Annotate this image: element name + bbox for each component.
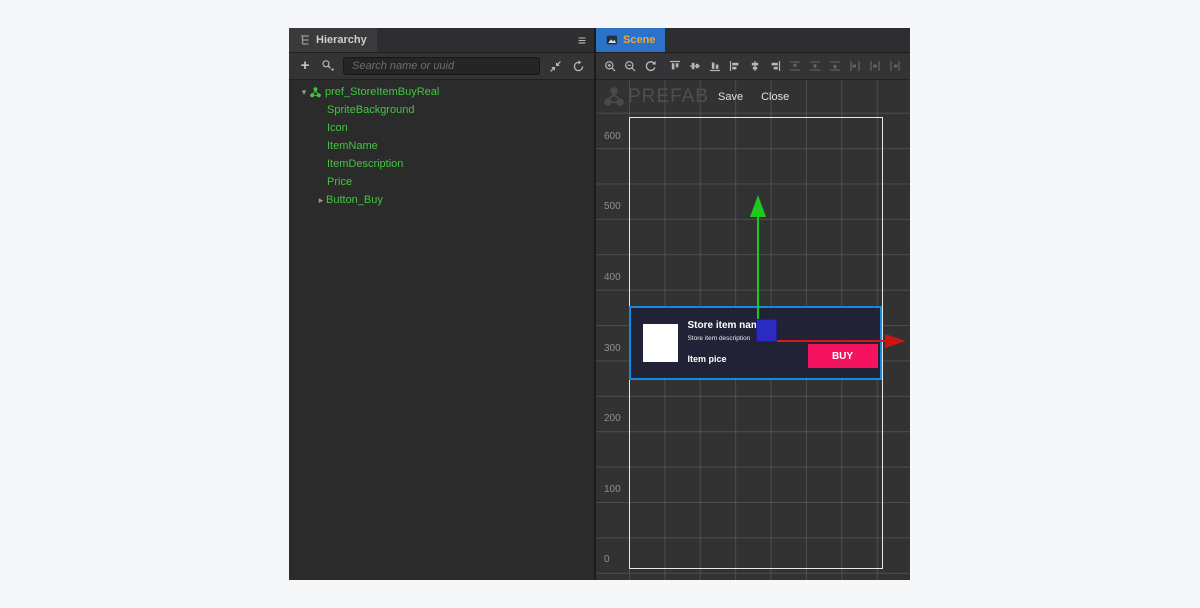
gizmo-y-axis-arrow[interactable] xyxy=(749,195,766,217)
distribute-v-center-icon[interactable] xyxy=(807,58,823,74)
scene-tabbar: Scene xyxy=(596,28,910,53)
close-button[interactable]: Close xyxy=(752,88,798,106)
tree-item-label: Price xyxy=(327,176,353,188)
store-item-selection[interactable]: Store item name Store item description I… xyxy=(628,306,882,380)
zoom-in-icon[interactable] xyxy=(602,58,618,74)
distribute-h-center-icon[interactable] xyxy=(867,58,883,74)
align-v-center-icon[interactable] xyxy=(687,58,703,74)
align-bottom-icon[interactable] xyxy=(707,58,723,74)
tree-item-label: Button_Buy xyxy=(326,194,383,206)
tree-item-root[interactable]: ▾ pref_StoreItemBuyReal xyxy=(289,83,594,101)
ruler-label-0: 0 xyxy=(604,554,610,565)
tab-scene[interactable]: Scene xyxy=(596,28,666,52)
align-top-icon[interactable] xyxy=(667,58,683,74)
ruler-label-100: 100 xyxy=(604,484,621,495)
search-filter-icon[interactable] xyxy=(320,58,336,74)
hierarchy-toolbar: + xyxy=(289,53,594,80)
distribute-bottom-icon[interactable] xyxy=(827,58,843,74)
hierarchy-panel: Hierarchy ≡ + ▾ xyxy=(289,28,596,580)
prefab-watermark-text: PREFAB xyxy=(628,86,709,107)
tree-item-itemdescription[interactable]: ItemDescription xyxy=(289,155,594,173)
search-input[interactable] xyxy=(343,57,540,75)
distribute-left-icon[interactable] xyxy=(847,58,863,74)
tree-item-icon[interactable]: Icon xyxy=(289,119,594,137)
tree-item-spritebackground[interactable]: SpriteBackground xyxy=(289,101,594,119)
tree-item-button-buy[interactable]: ▸ Button_Buy xyxy=(289,191,594,209)
scene-viewport[interactable]: 600 500 400 300 200 100 0 PREFAB Save Cl… xyxy=(596,80,910,580)
store-item-description-label[interactable]: Store item description xyxy=(688,335,751,342)
hierarchy-tab-label: Hierarchy xyxy=(316,34,367,46)
tree-item-label: ItemDescription xyxy=(327,158,404,170)
gizmo-center-handle[interactable] xyxy=(756,319,777,342)
align-h-center-icon[interactable] xyxy=(747,58,763,74)
add-node-icon[interactable]: + xyxy=(297,58,313,74)
tree-item-label: SpriteBackground xyxy=(327,104,415,116)
hierarchy-tree-icon xyxy=(299,34,311,46)
buy-button-sprite[interactable]: BUY xyxy=(807,344,878,368)
prefab-watermark-icon xyxy=(602,85,626,109)
prefab-icon xyxy=(309,86,322,99)
editor-window: Hierarchy ≡ + ▾ xyxy=(289,28,910,580)
ruler-label-500: 500 xyxy=(604,201,621,212)
tab-hierarchy[interactable]: Hierarchy xyxy=(289,28,377,52)
distribute-top-icon[interactable] xyxy=(787,58,803,74)
gizmo-x-axis-arrow[interactable] xyxy=(885,334,906,348)
hamburger-menu-icon[interactable]: ≡ xyxy=(578,33,586,47)
tree-item-label: pref_StoreItemBuyReal xyxy=(325,86,440,98)
ruler-label-200: 200 xyxy=(604,413,621,424)
buy-button-label: BUY xyxy=(831,350,854,362)
prefab-mode-bar: PREFAB Save Close xyxy=(602,84,798,110)
store-item-name-label[interactable]: Store item name xyxy=(688,320,766,331)
scene-toolbar xyxy=(596,53,910,80)
refresh-icon[interactable] xyxy=(570,58,586,74)
caret-expanded-icon[interactable]: ▾ xyxy=(299,87,309,98)
hierarchy-tree: ▾ pref_StoreItemBuyReal SpriteBackground… xyxy=(289,80,594,580)
store-item-icon-sprite[interactable] xyxy=(642,324,678,362)
hierarchy-tabbar-rest: ≡ xyxy=(376,28,594,52)
distribute-right-icon[interactable] xyxy=(887,58,903,74)
scene-image-icon xyxy=(606,34,618,46)
scene-tab-label: Scene xyxy=(623,34,656,46)
caret-collapsed-icon[interactable]: ▸ xyxy=(316,195,326,206)
ruler-label-400: 400 xyxy=(604,272,621,283)
scene-tabbar-rest xyxy=(665,28,910,52)
hierarchy-tabbar: Hierarchy ≡ xyxy=(289,28,594,53)
tree-item-price[interactable]: Price xyxy=(289,173,594,191)
save-button[interactable]: Save xyxy=(709,88,752,106)
tree-item-label: Icon xyxy=(327,122,348,134)
tree-item-label: ItemName xyxy=(327,140,378,152)
store-item-price-label[interactable]: Item pice xyxy=(688,354,727,364)
tree-item-itemname[interactable]: ItemName xyxy=(289,137,594,155)
collapse-all-icon[interactable] xyxy=(547,58,563,74)
ruler-label-300: 300 xyxy=(604,343,621,354)
scene-panel: Scene 600 500 400 300 200 100 0 PREFAB S… xyxy=(596,28,910,580)
align-left-icon[interactable] xyxy=(727,58,743,74)
ruler-label-600: 600 xyxy=(604,131,621,142)
reset-view-icon[interactable] xyxy=(642,58,658,74)
align-right-icon[interactable] xyxy=(767,58,783,74)
zoom-out-icon[interactable] xyxy=(622,58,638,74)
